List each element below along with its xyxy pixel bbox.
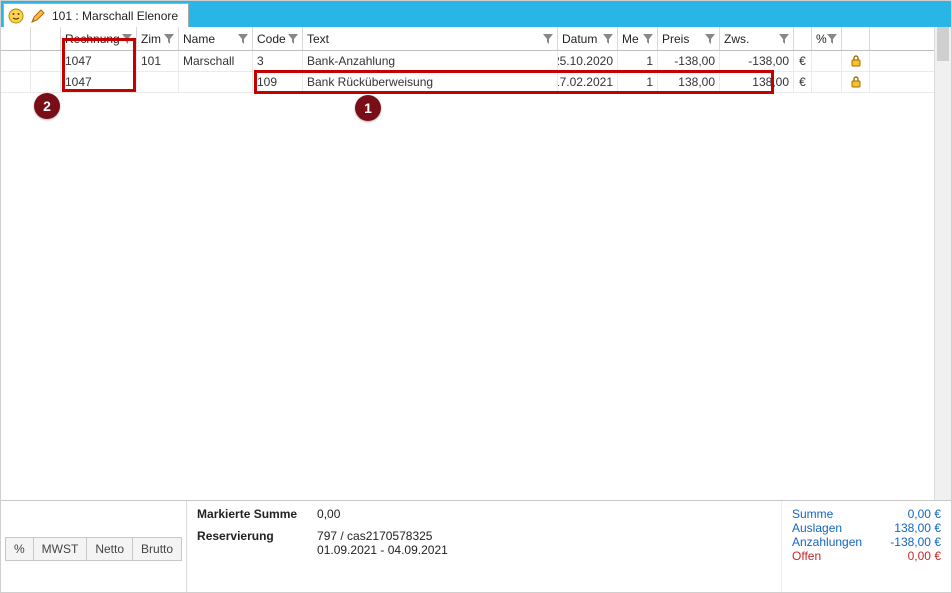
filter-icon[interactable] [164, 34, 174, 44]
cell-currency: € [794, 72, 812, 92]
col-datum-label: Datum [562, 32, 597, 46]
col-name[interactable]: Name [179, 27, 253, 50]
filter-icon[interactable] [288, 34, 298, 44]
callout-badge-1: 1 [355, 95, 381, 121]
title-bar: 101 : Marschall Elenore [1, 1, 951, 27]
col-lock[interactable] [842, 27, 870, 50]
col-me-label: Me [622, 32, 639, 46]
col-datum[interactable]: Datum [558, 27, 618, 50]
callout-badge-2: 2 [34, 93, 60, 119]
offen-value: 0,00 € [908, 549, 941, 563]
table-row[interactable]: 1047 109 Bank Rücküberweisung 17.02.2021… [1, 72, 951, 93]
filter-icon[interactable] [705, 34, 715, 44]
scrollbar-thumb[interactable] [937, 27, 949, 61]
col-zim-label: Zim [141, 32, 161, 46]
tab-title: 101 : Marschall Elenore [52, 9, 178, 23]
auslagen-label: Auslagen [792, 521, 842, 535]
tab-pct[interactable]: % [5, 537, 34, 561]
grid-body: 1047 101 Marschall 3 Bank-Anzahlung 25.1… [1, 51, 951, 93]
filter-icon[interactable] [643, 34, 653, 44]
col-code[interactable]: Code [253, 27, 303, 50]
bottom-details: Markierte Summe 0,00 Reservierung 797 / … [187, 501, 781, 592]
table-row[interactable]: 1047 101 Marschall 3 Bank-Anzahlung 25.1… [1, 51, 951, 72]
col-currency[interactable] [794, 27, 812, 50]
cell-preis: -138,00 [658, 51, 720, 71]
cell-preis: 138,00 [658, 72, 720, 92]
cell-me: 1 [618, 51, 658, 71]
cell-zws: -138,00 [720, 51, 794, 71]
reservation-value-2: 01.09.2021 - 04.09.2021 [317, 543, 448, 557]
col-code-label: Code [257, 32, 286, 46]
filter-icon[interactable] [238, 34, 248, 44]
col-pct[interactable]: % [812, 27, 842, 50]
summe-label: Summe [792, 507, 833, 521]
col-zws[interactable]: Zws. [720, 27, 794, 50]
col-zim[interactable]: Zim [137, 27, 179, 50]
cell-rechnung: 1047 [61, 51, 137, 71]
col-rechnung-label: Rechnung [65, 32, 120, 46]
cell-code: 109 [253, 72, 303, 92]
col-text[interactable]: Text [303, 27, 558, 50]
filter-icon[interactable] [543, 34, 553, 44]
tab-brutto[interactable]: Brutto [133, 537, 182, 561]
auslagen-value: 138,00 € [894, 521, 941, 535]
lock-icon [842, 72, 870, 92]
filter-icon[interactable] [603, 34, 613, 44]
anzahlungen-value: -138,00 € [890, 535, 941, 549]
vertical-scrollbar[interactable] [934, 27, 951, 500]
cell-zws: 138,00 [720, 72, 794, 92]
col-text-label: Text [307, 32, 329, 46]
cell-code: 3 [253, 51, 303, 71]
cell-zim: 101 [137, 51, 179, 71]
cell-name [179, 72, 253, 92]
col-selector[interactable] [1, 27, 31, 50]
anzahlungen-label: Anzahlungen [792, 535, 862, 549]
cell-datum: 17.02.2021 [558, 72, 618, 92]
cell-me: 1 [618, 72, 658, 92]
bottom-panel: % MWST Netto Brutto Markierte Summe 0,00… [1, 500, 951, 592]
tab-netto[interactable]: Netto [87, 537, 133, 561]
reservation-label: Reservierung [197, 529, 307, 543]
cell-rechnung: 1047 [61, 72, 137, 92]
col-pct-label: % [816, 32, 827, 46]
cell-datum: 25.10.2020 [558, 51, 618, 71]
offen-label: Offen [792, 549, 821, 563]
col-name-label: Name [183, 32, 215, 46]
active-tab[interactable]: 101 : Marschall Elenore [3, 3, 189, 27]
summe-value: 0,00 € [908, 507, 941, 521]
bottom-totals: Summe 0,00 € Auslagen 138,00 € Anzahlung… [781, 501, 951, 592]
reservation-value-1: 797 / cas2170578325 [317, 529, 432, 543]
marked-sum-value: 0,00 [317, 507, 340, 521]
cell-currency: € [794, 51, 812, 71]
col-preis-label: Preis [662, 32, 689, 46]
col-zws-label: Zws. [724, 32, 749, 46]
col-preis[interactable]: Preis [658, 27, 720, 50]
cell-zim [137, 72, 179, 92]
filter-icon[interactable] [779, 34, 789, 44]
grid-header: Rechnung Zim Name Code Text Datum Me Pre… [1, 27, 951, 51]
col-rechnung[interactable]: Rechnung [61, 27, 137, 50]
cell-text: Bank-Anzahlung [303, 51, 558, 71]
col-me[interactable]: Me [618, 27, 658, 50]
filter-icon[interactable] [827, 34, 837, 44]
smiley-icon [8, 8, 24, 24]
tab-mwst[interactable]: MWST [34, 537, 88, 561]
filter-icon[interactable] [122, 34, 132, 44]
pencil-icon [30, 8, 46, 24]
col-expand[interactable] [31, 27, 61, 50]
cell-name: Marschall [179, 51, 253, 71]
cell-text: Bank Rücküberweisung [303, 72, 558, 92]
lock-icon [842, 51, 870, 71]
marked-sum-label: Markierte Summe [197, 507, 307, 521]
bottom-tabs: % MWST Netto Brutto [1, 501, 187, 592]
